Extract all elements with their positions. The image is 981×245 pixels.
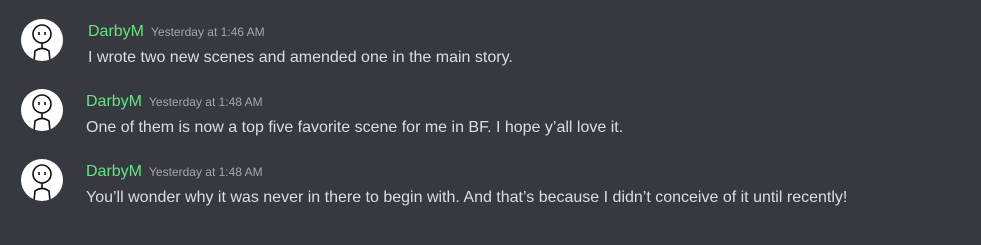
message-header: DarbyM Yesterday at 1:46 AM	[88, 22, 265, 42]
message-content: One of them is now a top five favorite s…	[86, 119, 624, 136]
stick-figure-avatar-icon	[32, 94, 52, 131]
message-header: DarbyM Yesterday at 1:48 AM	[86, 92, 263, 112]
chat-messages: DarbyM Yesterday at 1:46 AM I wrote two n…	[0, 0, 981, 245]
username[interactable]: DarbyM	[88, 23, 144, 40]
timestamp[interactable]: Yesterday at 1:46 AM	[151, 25, 265, 39]
message-item: DarbyM Yesterday at 1:46 AM I wrote two n…	[0, 16, 981, 78]
message-item: DarbyM Yesterday at 1:48 AM You’ll wonder…	[0, 156, 981, 218]
timestamp[interactable]: Yesterday at 1:48 AM	[149, 95, 263, 109]
message-header: DarbyM Yesterday at 1:48 AM	[86, 162, 263, 182]
message-content: You’ll wonder why it was never in there …	[86, 189, 848, 206]
message-item: DarbyM Yesterday at 1:48 AM One of them i…	[0, 86, 981, 148]
stick-figure-avatar-icon	[32, 164, 52, 201]
avatar[interactable]	[21, 159, 63, 201]
avatar[interactable]	[21, 89, 63, 131]
avatar[interactable]	[21, 19, 63, 61]
username[interactable]: DarbyM	[86, 93, 142, 110]
timestamp[interactable]: Yesterday at 1:48 AM	[149, 165, 263, 179]
username[interactable]: DarbyM	[86, 163, 142, 180]
message-content: I wrote two new scenes and amended one i…	[88, 49, 513, 66]
stick-figure-avatar-icon	[32, 24, 52, 61]
